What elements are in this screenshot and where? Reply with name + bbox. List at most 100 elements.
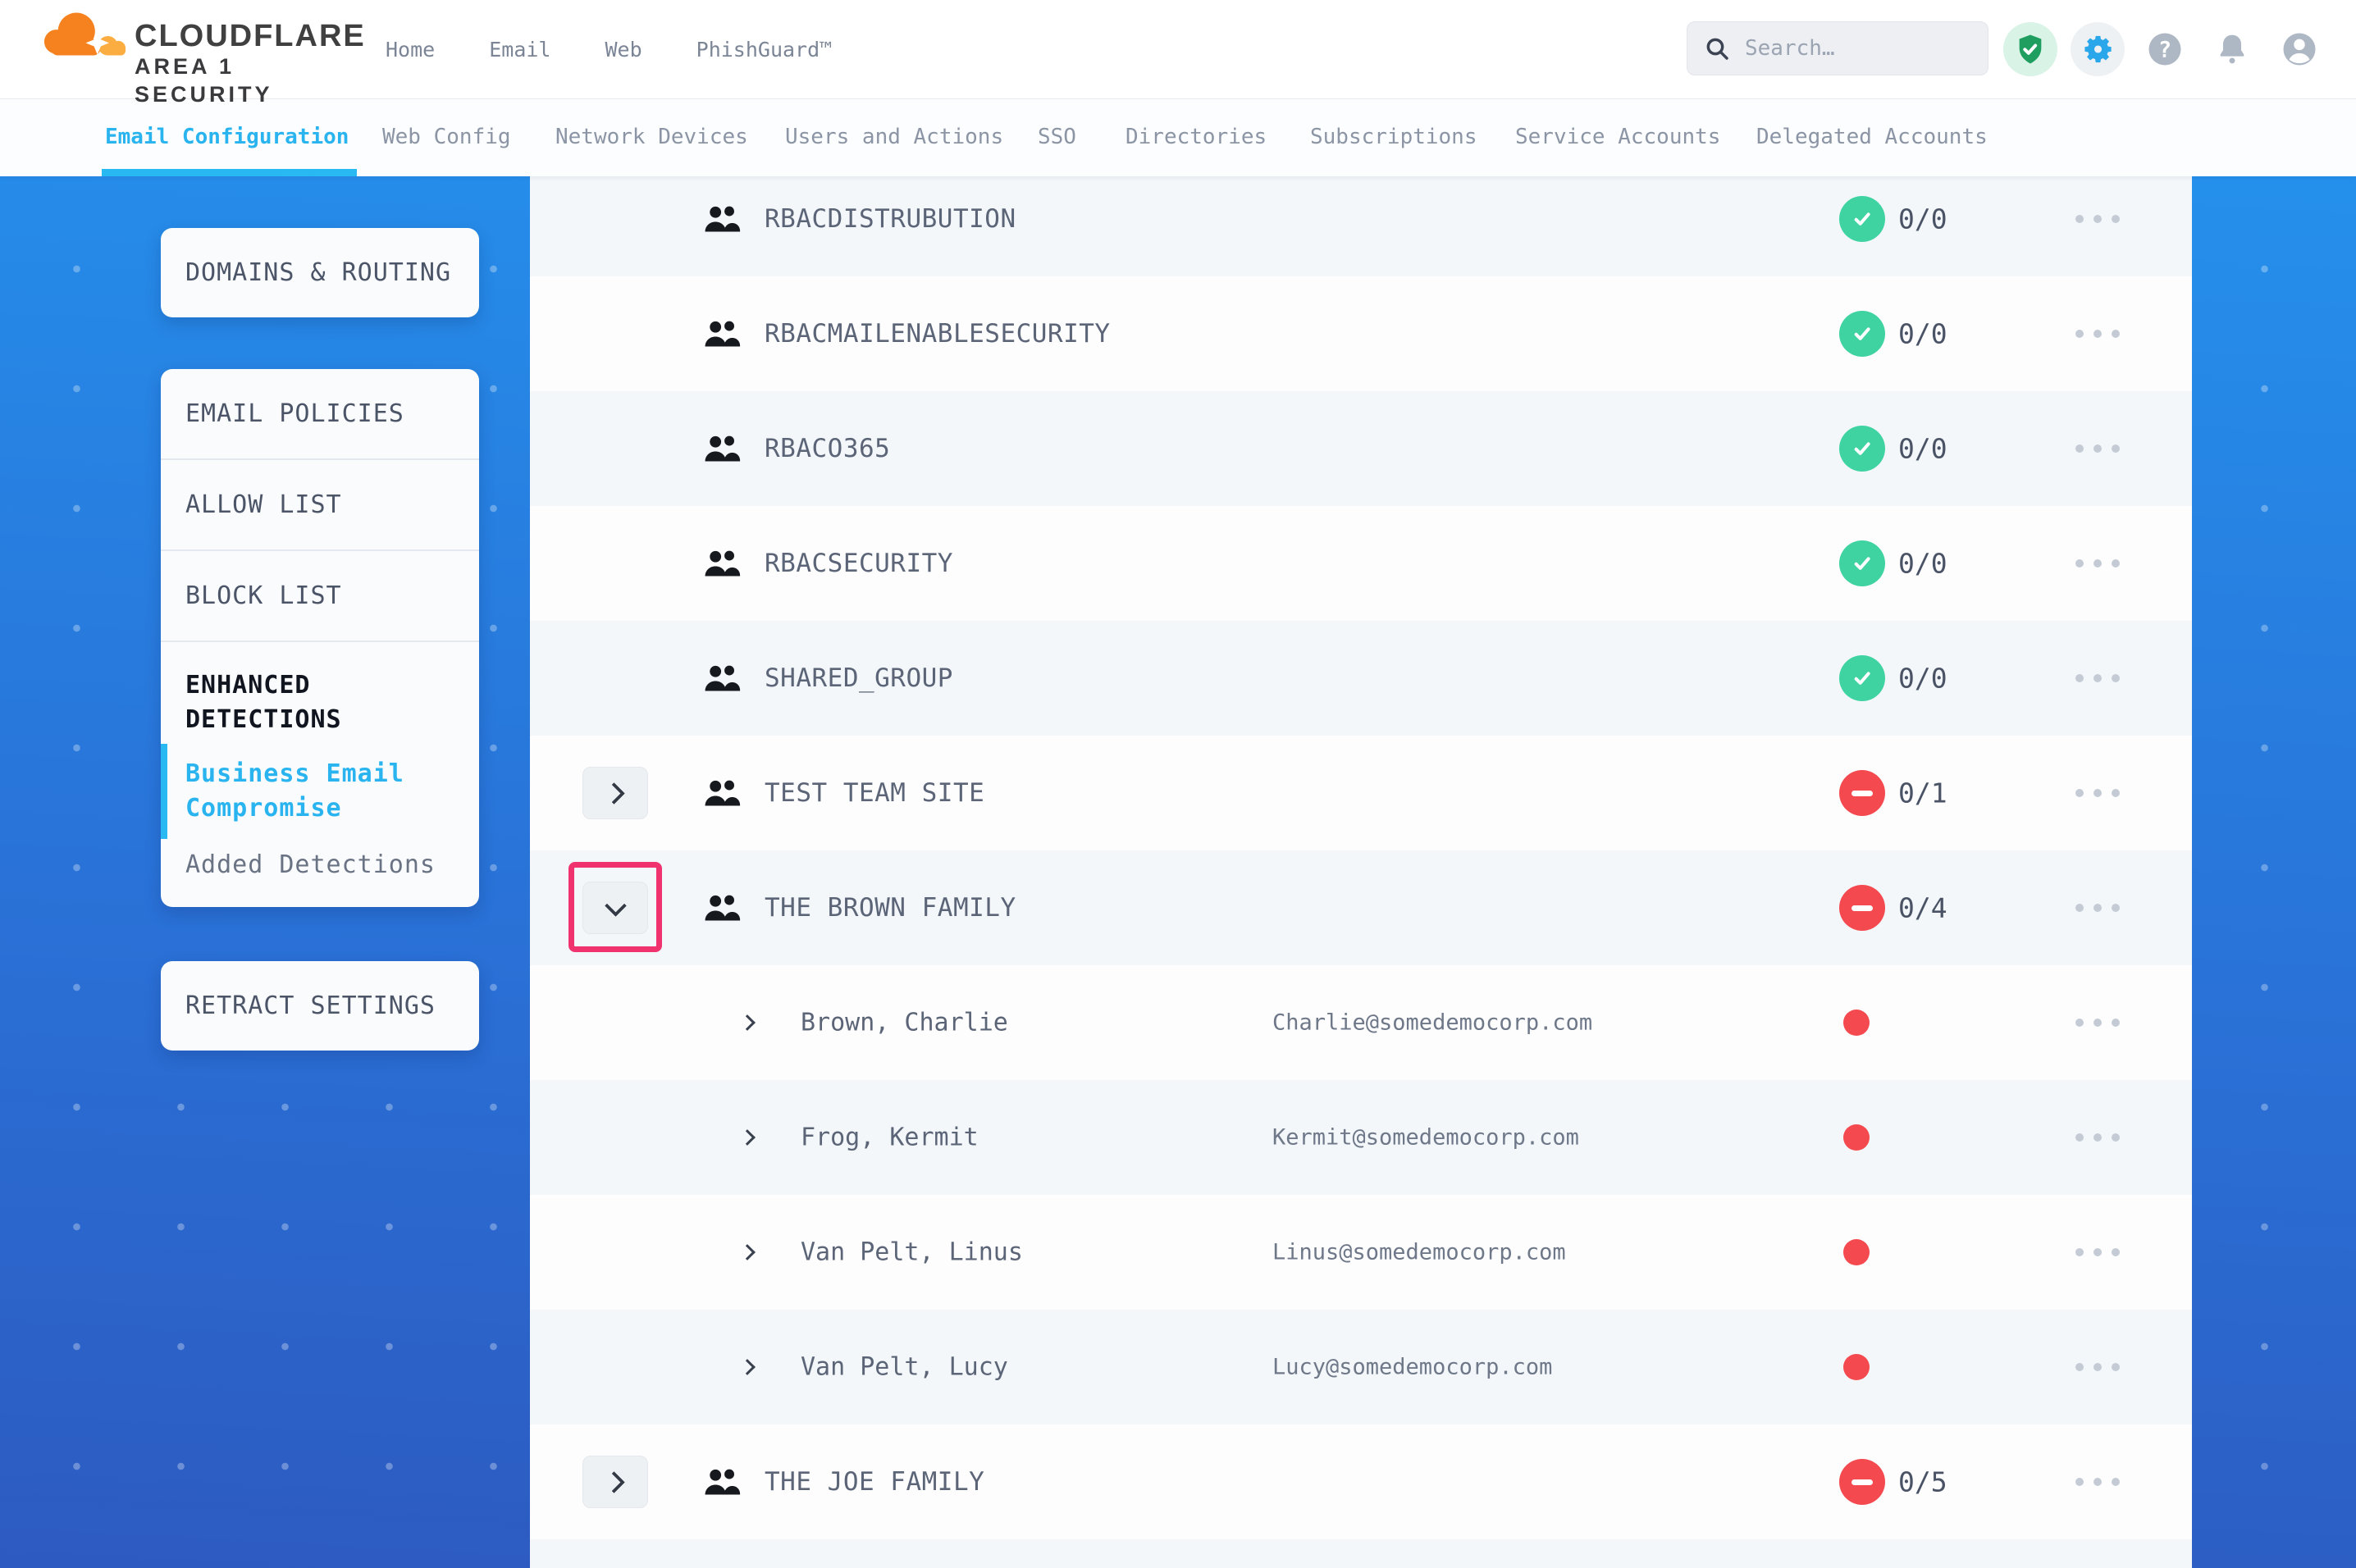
tab-email-configuration[interactable]: Email Configuration [105, 98, 349, 176]
sidebar-item-email-policies[interactable]: EMAIL POLICIES [161, 369, 479, 460]
search-input[interactable] [1743, 35, 1960, 62]
row-actions-menu-button[interactable] [2071, 891, 2124, 924]
list-bottom-filler [530, 1539, 2192, 1568]
group-name: RBACDISTRUBUTION [765, 204, 1016, 234]
security-shield-button[interactable] [2003, 22, 2057, 76]
tab-network-devices[interactable]: Network Devices [555, 98, 748, 176]
group-icon [704, 892, 742, 923]
member-email: Charlie@somedemocorp.com [1272, 1010, 1592, 1036]
gear-icon [2080, 32, 2115, 66]
status-dot [1843, 1124, 1870, 1151]
detection-count: 0/0 [1898, 433, 1947, 465]
detection-count: 0/0 [1898, 548, 1947, 580]
header-link-phishguard[interactable]: PhishGuard™ [696, 38, 833, 62]
row-actions-menu-button[interactable] [2071, 777, 2124, 809]
tab-web-config[interactable]: Web Config [382, 98, 511, 176]
sidebar-card-1: DOMAINS & ROUTING [161, 228, 479, 317]
minus-icon [1851, 791, 1873, 796]
search-box[interactable] [1687, 21, 1988, 75]
member-email: Lucy@somedemocorp.com [1272, 1355, 1552, 1380]
table-row-group: RBACDISTRUBUTION 0/0 [530, 176, 2192, 276]
group-icon [704, 548, 742, 579]
app-header: CLOUDFLARE AREA 1 SECURITY Home Email Web P… [0, 0, 2356, 99]
header-link-home[interactable]: Home [386, 38, 435, 62]
chevron-right-icon[interactable] [739, 1129, 756, 1146]
chevron-right-icon[interactable] [739, 1244, 756, 1260]
sidebar-item-retract-settings[interactable]: RETRACT SETTINGS [161, 961, 479, 1051]
user-icon [2278, 28, 2321, 71]
group-name: RBACSECURITY [765, 549, 953, 578]
group-icon [704, 663, 742, 694]
row-actions-menu-button[interactable] [2071, 1351, 2124, 1383]
sidebar-item-business-email-compromise[interactable]: Business Email Compromise [161, 744, 479, 839]
detection-count: 0/4 [1898, 892, 1947, 924]
help-button[interactable]: ? [2138, 22, 2192, 76]
status-blocked-badge [1839, 885, 1885, 931]
config-subnav: Email Configuration Web Config Network Dev… [0, 98, 2356, 176]
cloudflare-cloud-icon [41, 10, 130, 61]
minus-icon [1851, 1479, 1873, 1485]
tab-directories[interactable]: Directories [1125, 98, 1267, 176]
member-name: Van Pelt, Lucy [801, 1353, 1008, 1382]
member-email: Linus@somedemocorp.com [1272, 1240, 1566, 1265]
search-icon [1704, 35, 1730, 62]
sidebar-item-enhanced-detections: ENHANCED DETECTIONS [161, 642, 479, 744]
status-ok-badge [1839, 426, 1885, 472]
group-icon [704, 1466, 742, 1497]
group-icon [704, 318, 742, 349]
row-actions-menu-button[interactable] [2071, 1236, 2124, 1269]
row-actions-menu-button[interactable] [2071, 1465, 2124, 1498]
detection-count: 0/0 [1898, 318, 1947, 350]
tab-users-and-actions[interactable]: Users and Actions [785, 98, 1003, 176]
header-link-email[interactable]: Email [489, 38, 550, 62]
table-row-group: SHARED_GROUP0/0 [530, 621, 2192, 736]
chevron-right-icon[interactable] [739, 1359, 756, 1375]
logo-line1: CLOUDFLARE [135, 20, 366, 52]
table-row-member: Van Pelt, LinusLinus@somedemocorp.com [530, 1195, 2192, 1310]
group-name: RBACO365 [765, 434, 890, 463]
member-name: Frog, Kermit [801, 1124, 979, 1152]
tab-delegated-accounts[interactable]: Delegated Accounts [1756, 98, 1988, 176]
header-nav: Home Email Web PhishGuard™ [386, 0, 832, 98]
table-row-group: THE JOE FAMILY0/5 [530, 1424, 2192, 1539]
table-row-group: RBACSECURITY 0/0 [530, 506, 2192, 621]
row-actions-menu-button[interactable] [2071, 203, 2124, 235]
account-button[interactable] [2272, 22, 2326, 76]
table-row-group: TEST TEAM SITE0/1 [530, 736, 2192, 850]
status-dot [1843, 1010, 1870, 1036]
notifications-button[interactable] [2205, 22, 2259, 76]
row-actions-menu-button[interactable] [2071, 1121, 2124, 1154]
sidebar-item-added-detections[interactable]: Added Detections [161, 839, 479, 907]
groups-list: RBACDISTRUBUTION0/0RBACMAILENABLESECURIT… [530, 176, 2192, 1568]
chevron-right-icon [603, 782, 625, 805]
status-blocked-badge [1839, 770, 1885, 816]
expand-group-button[interactable] [582, 767, 648, 819]
tab-service-accounts[interactable]: Service Accounts [1515, 98, 1720, 176]
group-name: TEST TEAM SITE [765, 778, 984, 808]
sidebar-item-block-list[interactable]: BLOCK LIST [161, 551, 479, 642]
sidebar-card-3: RETRACT SETTINGS [161, 961, 479, 1051]
collapse-group-button[interactable] [582, 882, 648, 934]
header-link-web[interactable]: Web [605, 38, 642, 62]
tab-subscriptions[interactable]: Subscriptions [1310, 98, 1477, 176]
chevron-right-icon[interactable] [739, 1014, 756, 1031]
chevron-down-icon [605, 895, 627, 917]
cloudflare-logo: CLOUDFLARE AREA 1 SECURITY [41, 8, 320, 90]
expand-group-button[interactable] [582, 1456, 648, 1508]
row-actions-menu-button[interactable] [2071, 1006, 2124, 1039]
sidebar-item-domains-routing[interactable]: DOMAINS & ROUTING [161, 228, 479, 317]
row-actions-menu-button[interactable] [2071, 317, 2124, 350]
status-ok-badge [1839, 655, 1885, 701]
help-icon: ? [2144, 28, 2186, 71]
row-actions-menu-button[interactable] [2071, 547, 2124, 580]
sidebar-item-allow-list[interactable]: ALLOW LIST [161, 460, 479, 551]
detection-count: 0/0 [1898, 203, 1947, 235]
tab-sso[interactable]: SSO [1038, 98, 1076, 176]
row-actions-menu-button[interactable] [2071, 432, 2124, 465]
table-row-member: Frog, KermitKermit@somedemocorp.com [530, 1080, 2192, 1195]
row-actions-menu-button[interactable] [2071, 662, 2124, 695]
member-name: Brown, Charlie [801, 1009, 1008, 1037]
header-icons: ? [2003, 0, 2326, 98]
status-ok-badge [1839, 311, 1885, 357]
settings-button[interactable] [2071, 22, 2125, 76]
